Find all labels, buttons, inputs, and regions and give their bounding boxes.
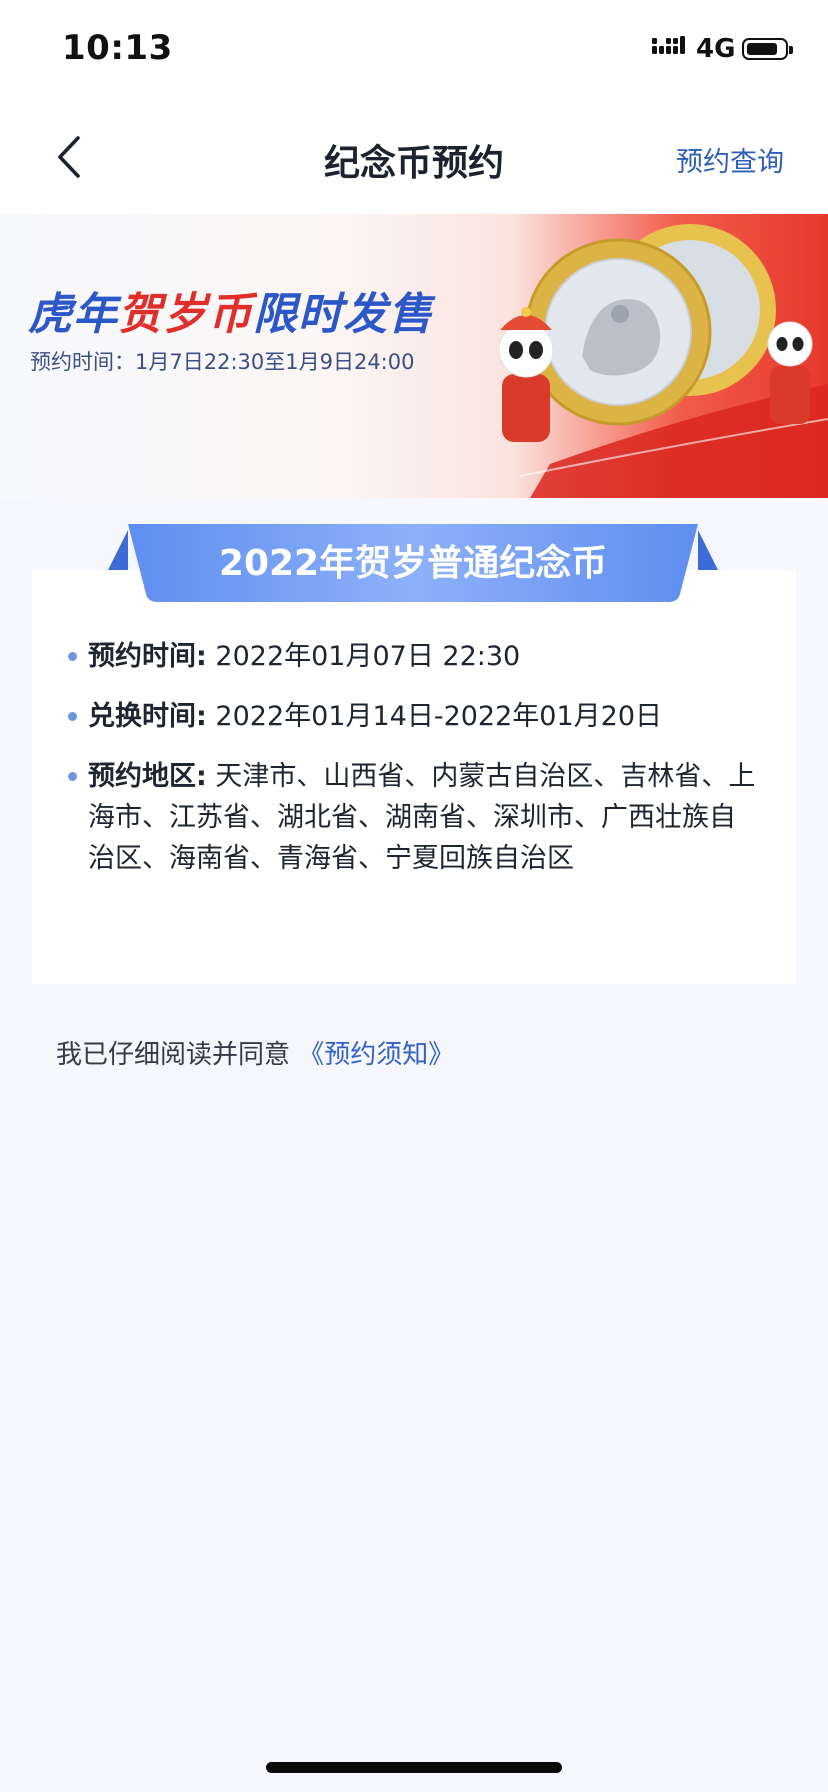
info-value: 2022年01月07日 22:30 [215,641,521,672]
reservation-query-link[interactable]: 预约查询 [676,140,784,179]
banner-subtitle: 预约时间：1月7日22:30至1月9日24:00 [30,350,415,374]
reservation-notice-link[interactable]: 《预约须知》 [298,1040,454,1070]
card-title: 2022年贺岁普通纪念币 [218,543,608,584]
agreement-line: 我已仔细阅读并同意 《预约须知》 [56,1034,454,1071]
info-row-regions: 预约地区: 天津市、山西省、内蒙古自治区、吉林省、上海市、江苏省、湖北省、湖南省… [66,756,756,879]
status-bar: 10:13 4G [0,0,828,100]
battery-icon [742,38,793,60]
banner-title-part3: 限时发售 [253,289,433,340]
signal-icon [652,36,685,54]
banner-title-part2: 贺岁币 [118,289,253,340]
coin-illustration [498,224,828,498]
agreement-text: 我已仔细阅读并同意 [56,1040,291,1070]
bullet-dot [68,652,77,661]
promo-banner[interactable]: 虎年贺岁币限时发售 预约时间：1月7日22:30至1月9日24:00 [0,214,828,498]
nav-bar: 纪念币预约 预约查询 [0,100,828,214]
status-time: 10:13 [62,28,173,68]
bullet-dot [68,772,77,781]
banner-title: 虎年贺岁币限时发售 [28,278,433,342]
home-indicator [266,1762,562,1773]
info-row-exchange-time: 兑换时间: 2022年01月14日-2022年01月20日 [66,696,756,737]
info-label: 预约时间: [88,641,207,672]
info-label: 预约地区: [88,761,207,792]
panda-mascot-icon [767,321,813,424]
info-value: 2022年01月14日-2022年01月20日 [215,701,663,732]
info-row-reservation-time: 预约时间: 2022年01月07日 22:30 [66,636,756,677]
network-type: 4G [696,34,736,64]
bullet-dot [68,712,77,721]
banner-title-part1: 虎年 [28,289,118,340]
info-label: 兑换时间: [88,701,207,732]
info-list: 预约时间: 2022年01月07日 22:30 兑换时间: 2022年01月14… [66,636,756,898]
